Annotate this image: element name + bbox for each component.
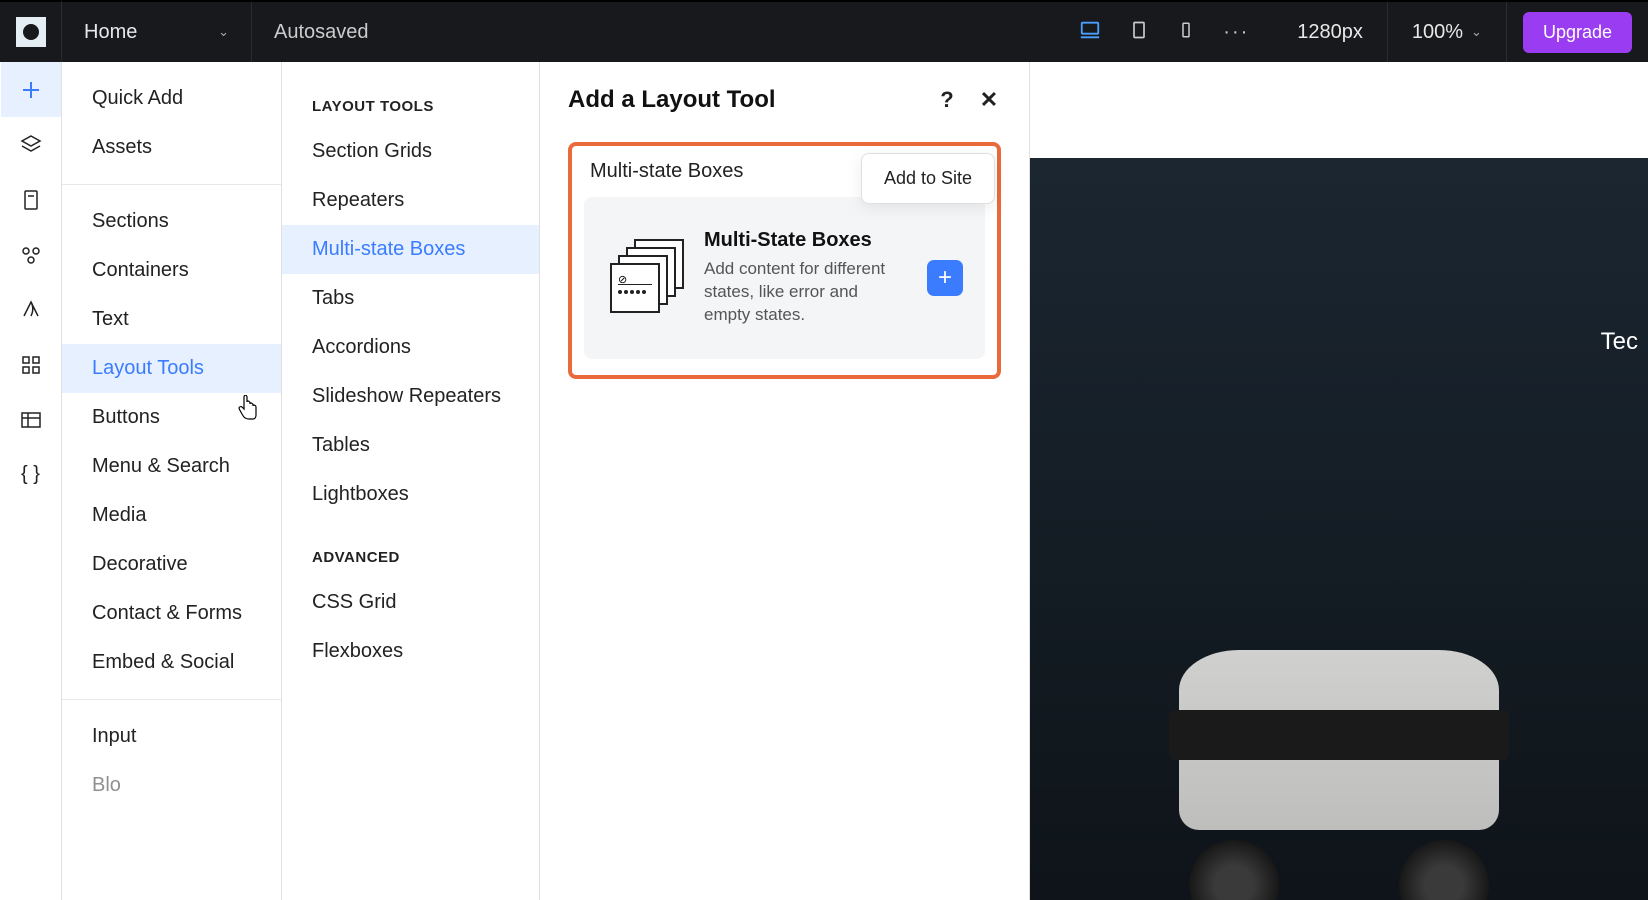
panel2-tabs[interactable]: Tabs [282, 274, 539, 323]
detail-header: Add a Layout Tool ? ✕ [568, 86, 1001, 114]
panel-item-layout-tools[interactable]: Layout Tools [62, 344, 281, 393]
detail-title: Add a Layout Tool [568, 86, 776, 114]
close-icon[interactable]: ✕ [977, 88, 1001, 112]
help-icon[interactable]: ? [935, 88, 959, 112]
panel2-flexboxes[interactable]: Flexboxes [282, 627, 539, 676]
rail-cms[interactable] [1, 392, 61, 447]
panel-item-text[interactable]: Text [62, 295, 281, 344]
topbar: Home ⌄ Autosaved ··· 1280px 100% ⌄ Upgra… [0, 0, 1648, 62]
highlight-region: Multi-state Boxes i Add to Site Multi-St… [568, 142, 1001, 379]
zoom-value: 100% [1412, 21, 1463, 44]
panel-item-assets[interactable]: Assets [62, 123, 281, 172]
card-description: Add content for different states, like e… [704, 258, 907, 327]
device-switcher: ··· [1055, 19, 1273, 46]
tool-rail: { } [0, 62, 62, 900]
panel-item-buttons[interactable]: Buttons [62, 393, 281, 442]
card-title: Multi-State Boxes [704, 229, 907, 252]
layout-tools-panel: LAYOUT TOOLS Section Grids Repeaters Mul… [282, 62, 540, 900]
panel2-css-grid[interactable]: CSS Grid [282, 578, 539, 627]
element-card[interactable]: Add to Site Multi-State Boxes Add conten… [584, 197, 985, 359]
rail-code[interactable]: { } [1, 447, 61, 502]
panel-group-3: Input Blo [62, 700, 281, 822]
panel-item-quick-add[interactable]: Quick Add [62, 74, 281, 123]
panel-group-2: Sections Containers Text Layout Tools Bu… [62, 185, 281, 700]
logo[interactable] [0, 1, 62, 63]
panel-item-input[interactable]: Input [62, 712, 281, 761]
braces-icon: { } [21, 463, 40, 486]
chevron-down-icon: ⌄ [1471, 24, 1482, 40]
canvas-width[interactable]: 1280px [1273, 2, 1388, 62]
panel2-multistate-boxes[interactable]: Multi-state Boxes [282, 225, 539, 274]
rail-layers[interactable] [1, 117, 61, 172]
panel-item-contact-forms[interactable]: Contact & Forms [62, 589, 281, 638]
panel2-tables[interactable]: Tables [282, 421, 539, 470]
canvas-preview: Tec [1030, 158, 1648, 900]
mobile-icon[interactable] [1177, 21, 1195, 44]
zoom-selector[interactable]: 100% ⌄ [1388, 2, 1507, 62]
tablet-icon[interactable] [1129, 20, 1149, 45]
detail-panel: Add a Layout Tool ? ✕ Multi-state Boxes … [540, 62, 1030, 900]
logo-icon [16, 17, 46, 47]
robot-image [1149, 620, 1529, 900]
rail-styles[interactable] [1, 282, 61, 337]
panel-item-containers[interactable]: Containers [62, 246, 281, 295]
rail-apps[interactable] [1, 337, 61, 392]
panel2-section-grids[interactable]: Section Grids [282, 127, 539, 176]
rail-add[interactable] [1, 62, 61, 117]
rail-integrations[interactable] [1, 227, 61, 282]
panel-item-sections[interactable]: Sections [62, 197, 281, 246]
add-panel: Quick Add Assets Sections Containers Tex… [62, 62, 282, 900]
panel-group-1: Quick Add Assets [62, 62, 281, 185]
section-name: Multi-state Boxes [590, 160, 743, 183]
add-to-site-tooltip: Add to Site [861, 153, 995, 204]
panel2-slideshow-repeaters[interactable]: Slideshow Repeaters [282, 372, 539, 421]
panel2-heading-layout: LAYOUT TOOLS [282, 86, 539, 127]
multistate-icon [606, 239, 684, 317]
page-selector[interactable]: Home ⌄ [62, 2, 252, 62]
canvas-text-fragment: Tec [1601, 328, 1638, 356]
panel-item-media[interactable]: Media [62, 491, 281, 540]
canvas[interactable]: Tec [1030, 62, 1648, 900]
panel2-accordions[interactable]: Accordions [282, 323, 539, 372]
more-icon[interactable]: ··· [1223, 21, 1249, 44]
panel-item-blog[interactable]: Blo [62, 761, 281, 810]
panel2-repeaters[interactable]: Repeaters [282, 176, 539, 225]
upgrade-button[interactable]: Upgrade [1523, 12, 1632, 53]
desktop-icon[interactable] [1079, 19, 1101, 46]
chevron-down-icon: ⌄ [218, 24, 229, 40]
rail-pages[interactable] [1, 172, 61, 227]
panel-item-decorative[interactable]: Decorative [62, 540, 281, 589]
panel-item-menu-search[interactable]: Menu & Search [62, 442, 281, 491]
panel2-heading-advanced: ADVANCED [282, 537, 539, 578]
add-button[interactable]: + [927, 260, 963, 296]
page-name: Home [84, 21, 137, 44]
panel-item-embed-social[interactable]: Embed & Social [62, 638, 281, 687]
workspace: { } Quick Add Assets Sections Containers… [0, 62, 1648, 900]
panel2-lightboxes[interactable]: Lightboxes [282, 470, 539, 519]
autosave-status: Autosaved [252, 21, 1055, 44]
